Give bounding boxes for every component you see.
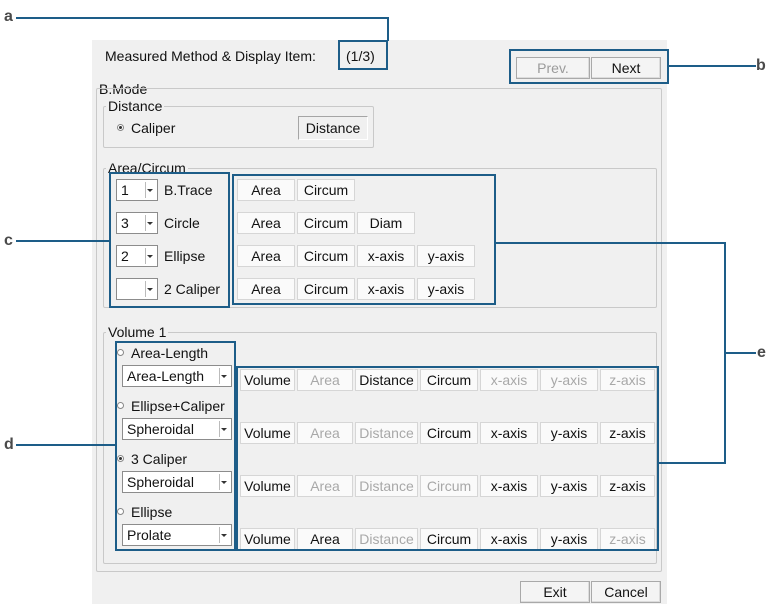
dialog-title: Measured Method & Display Item: [105, 48, 316, 64]
callout-c-label: c [4, 232, 13, 249]
callout-c-leader [16, 240, 110, 242]
callout-a-leader [16, 17, 389, 19]
distance-group-label: Distance [106, 98, 165, 114]
callout-a-leader [387, 17, 389, 41]
callout-e-box-top [232, 174, 496, 305]
volume-group-label: Volume 1 [106, 324, 169, 340]
callout-a-box [338, 40, 388, 70]
callout-b-leader [669, 65, 756, 67]
cancel-button[interactable]: Cancel [591, 581, 661, 603]
callout-a-label: a [4, 8, 13, 25]
callout-b-label: b [756, 57, 766, 74]
callout-e-box-bottom [236, 366, 659, 551]
callout-b-box [509, 49, 669, 84]
callout-d-leader [16, 444, 116, 446]
caliper-option-label: Caliper [131, 120, 176, 136]
callout-d-label: d [4, 436, 14, 453]
callout-c-box [109, 172, 230, 308]
callout-e-leader [659, 462, 726, 464]
callout-e-label: e [757, 344, 766, 361]
callout-d-box [115, 341, 236, 551]
exit-button[interactable]: Exit [520, 581, 590, 603]
distance-display-item[interactable]: Distance [298, 116, 368, 140]
caliper-radio[interactable] [117, 124, 124, 131]
callout-e-leader [496, 242, 726, 244]
callout-e-leader [726, 352, 756, 354]
